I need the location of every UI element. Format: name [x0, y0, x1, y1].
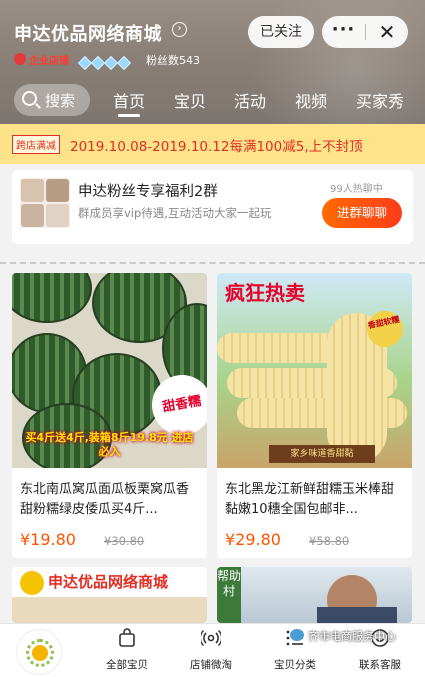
product-image[interactable]: 疯狂热卖 香甜软糯 家乡味道香甜黏	[217, 273, 412, 468]
product-original-price: ¥58.80	[309, 534, 350, 548]
group-chatting-count: 99人热聊中	[330, 184, 383, 195]
shopping-bag-icon	[119, 628, 135, 647]
product-card-corn[interactable]: 疯狂热卖 香甜软糯 家乡味道香甜黏 东北黑龙江新鲜甜糯玉米棒甜黏嫩10穗全国包邮…	[217, 273, 412, 558]
product-price: ¥19.80	[20, 530, 76, 549]
promo-tag: 跨店满减	[12, 135, 60, 154]
more-icon[interactable]: ···	[322, 16, 365, 48]
sun-logo-icon	[20, 571, 44, 595]
product-title[interactable]: 东北南瓜窝瓜面瓜板栗窝瓜香甜粉糯绿皮倭瓜买4斤...	[20, 480, 200, 520]
tab-buyer-show[interactable]: 买家秀	[356, 88, 404, 112]
product-card-shop-banner[interactable]: 申达优品网络商城	[12, 567, 207, 623]
promo-banner[interactable]: 跨店满减 2019.10.08-2019.10.12每满100减5,上不封顶	[0, 124, 425, 164]
fan-group-card[interactable]: 申达粉丝专享福利2群 群成员享vip待遇,互动活动大家一起玩 99人热聊中 进群…	[12, 170, 413, 244]
join-group-button[interactable]: 进群聊聊	[322, 198, 402, 228]
nav-label: 店铺微淘	[190, 659, 232, 671]
product-original-price: ¥30.80	[104, 534, 145, 548]
nav-label: 宝贝分类	[274, 659, 316, 671]
product-promo-text: 买4斤送4斤,装箱8斤19.8元 进店必入	[25, 431, 194, 458]
tab-videos[interactable]: 视频	[295, 88, 327, 112]
shop-logo[interactable]	[16, 629, 62, 675]
product-image[interactable]: 帮助村	[217, 567, 412, 623]
search-label: 搜索	[45, 92, 76, 110]
nav-shop-feed[interactable]: 店铺微淘	[171, 624, 251, 677]
tab-home[interactable]: 首页	[113, 88, 145, 112]
group-description: 群成员享vip待遇,互动活动大家一起玩	[78, 206, 272, 220]
product-card-pumpkin[interactable]: 甜香糯 买4斤送4斤,装箱8斤19.8元 进店必入 东北南瓜窝瓜面瓜板栗窝瓜香甜…	[12, 273, 207, 558]
shop-title[interactable]: 申达优品网络商城	[14, 20, 162, 46]
enterprise-label: 企业店铺	[29, 56, 69, 67]
nav-all-items[interactable]: 全部宝贝	[87, 624, 167, 677]
capsule-menu: ··· ✕	[322, 16, 408, 48]
group-name: 申达粉丝专享福利2群	[78, 184, 218, 200]
product-image[interactable]: 申达优品网络商城	[12, 567, 207, 623]
fans-count: 粉丝数543	[146, 54, 200, 67]
close-icon[interactable]: ✕	[366, 16, 408, 48]
product-price: ¥29.80	[225, 530, 281, 549]
nav-label: 全部宝贝	[106, 659, 148, 671]
banner-text: 申达优品网络商城	[48, 573, 169, 591]
diamond-icon	[116, 55, 132, 71]
product-title[interactable]: 东北黑龙江新鲜甜糯玉米棒甜黏嫩10穗全国包邮非...	[225, 480, 405, 520]
enterprise-icon	[14, 53, 26, 65]
group-avatar	[20, 178, 70, 228]
shop-info-arrow-icon[interactable]: ›	[172, 22, 187, 37]
tab-items[interactable]: 宝贝	[174, 88, 206, 112]
product-headline: 疯狂热卖	[225, 281, 305, 305]
wechat-watermark-icon	[290, 629, 304, 641]
section-divider	[0, 262, 425, 264]
product-card-farm[interactable]: 帮助村	[217, 567, 412, 623]
follow-button[interactable]: 已关注	[248, 16, 314, 48]
village-sign: 帮助村	[217, 567, 241, 623]
product-box-text: 家乡味道香甜黏	[269, 445, 375, 463]
promo-text: 2019.10.08-2019.10.12每满100减5,上不封顶	[70, 139, 363, 155]
tab-activities[interactable]: 活动	[234, 88, 266, 112]
broadcast-icon	[201, 630, 221, 646]
watermark: 齐市电商服务中心	[308, 630, 396, 643]
active-tab-indicator	[118, 114, 140, 117]
search-button[interactable]: 搜索	[14, 84, 90, 116]
product-image[interactable]: 甜香糯 买4斤送4斤,装箱8斤19.8元 进店必入	[12, 273, 207, 468]
banner-strip: 申达优品网络商城	[12, 567, 207, 597]
shop-header: 申达优品网络商城 › 已关注 ··· ✕ 企业店铺 粉丝数543 搜索 首页 宝…	[0, 0, 425, 124]
search-icon	[22, 91, 37, 106]
nav-label: 联系客服	[359, 659, 401, 671]
shop-rating-diamonds	[77, 53, 132, 72]
